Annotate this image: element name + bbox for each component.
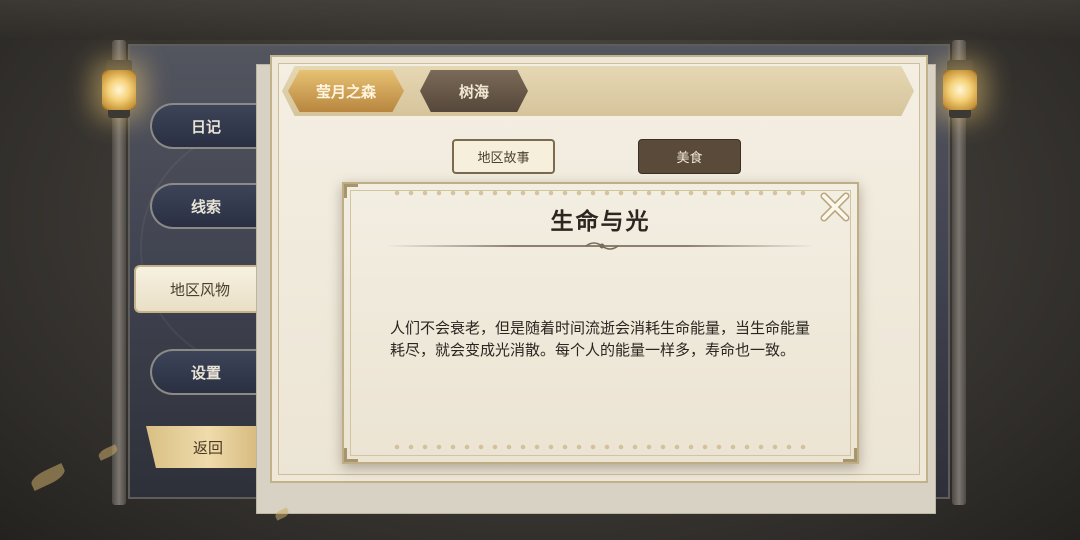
category-label: 地区故事 (477, 151, 530, 166)
tab-label: 莹月之森 (315, 82, 376, 101)
lantern-icon (100, 60, 138, 120)
falling-leaf (28, 463, 68, 491)
card-corner (344, 448, 358, 462)
card-corner (344, 184, 358, 198)
tab-region-tree-sea[interactable]: 树海 (420, 70, 528, 112)
side-tab-label: 设置 (190, 363, 221, 382)
side-tab-diary[interactable]: 日记 (150, 103, 270, 149)
side-tab-label: 地区风物 (169, 280, 230, 299)
side-tab-clues[interactable]: 线索 (150, 183, 270, 229)
card-ornament-bottom (390, 442, 810, 452)
close-icon[interactable] (818, 190, 852, 224)
card-body-text: 人们不会衰老，但是随着时间流逝会消耗生命能量，当生命能量耗尽，就会变成光消散。每… (390, 319, 811, 359)
side-tab-label: 日记 (190, 117, 221, 136)
lantern-icon (941, 60, 979, 120)
tab-label: 树海 (458, 82, 489, 101)
category-region-story-button[interactable]: 地区故事 (452, 139, 555, 174)
title-flourish-icon (585, 242, 619, 250)
back-button[interactable]: 返回 (146, 426, 270, 468)
side-tab-regional-features[interactable]: 地区风物 (134, 265, 274, 313)
side-tab-settings[interactable]: 设置 (150, 349, 270, 395)
background-beam (0, 0, 1080, 40)
card-title: 生命与光 (550, 209, 651, 235)
category-label: 美食 (676, 151, 703, 166)
category-food-button[interactable]: 美食 (638, 139, 741, 174)
tab-region-firefly-forest[interactable]: 莹月之森 (288, 70, 404, 112)
back-button-label: 返回 (192, 438, 223, 457)
card-ornament-top (390, 188, 810, 198)
side-tab-label: 线索 (190, 197, 221, 216)
card-corner (843, 448, 857, 462)
